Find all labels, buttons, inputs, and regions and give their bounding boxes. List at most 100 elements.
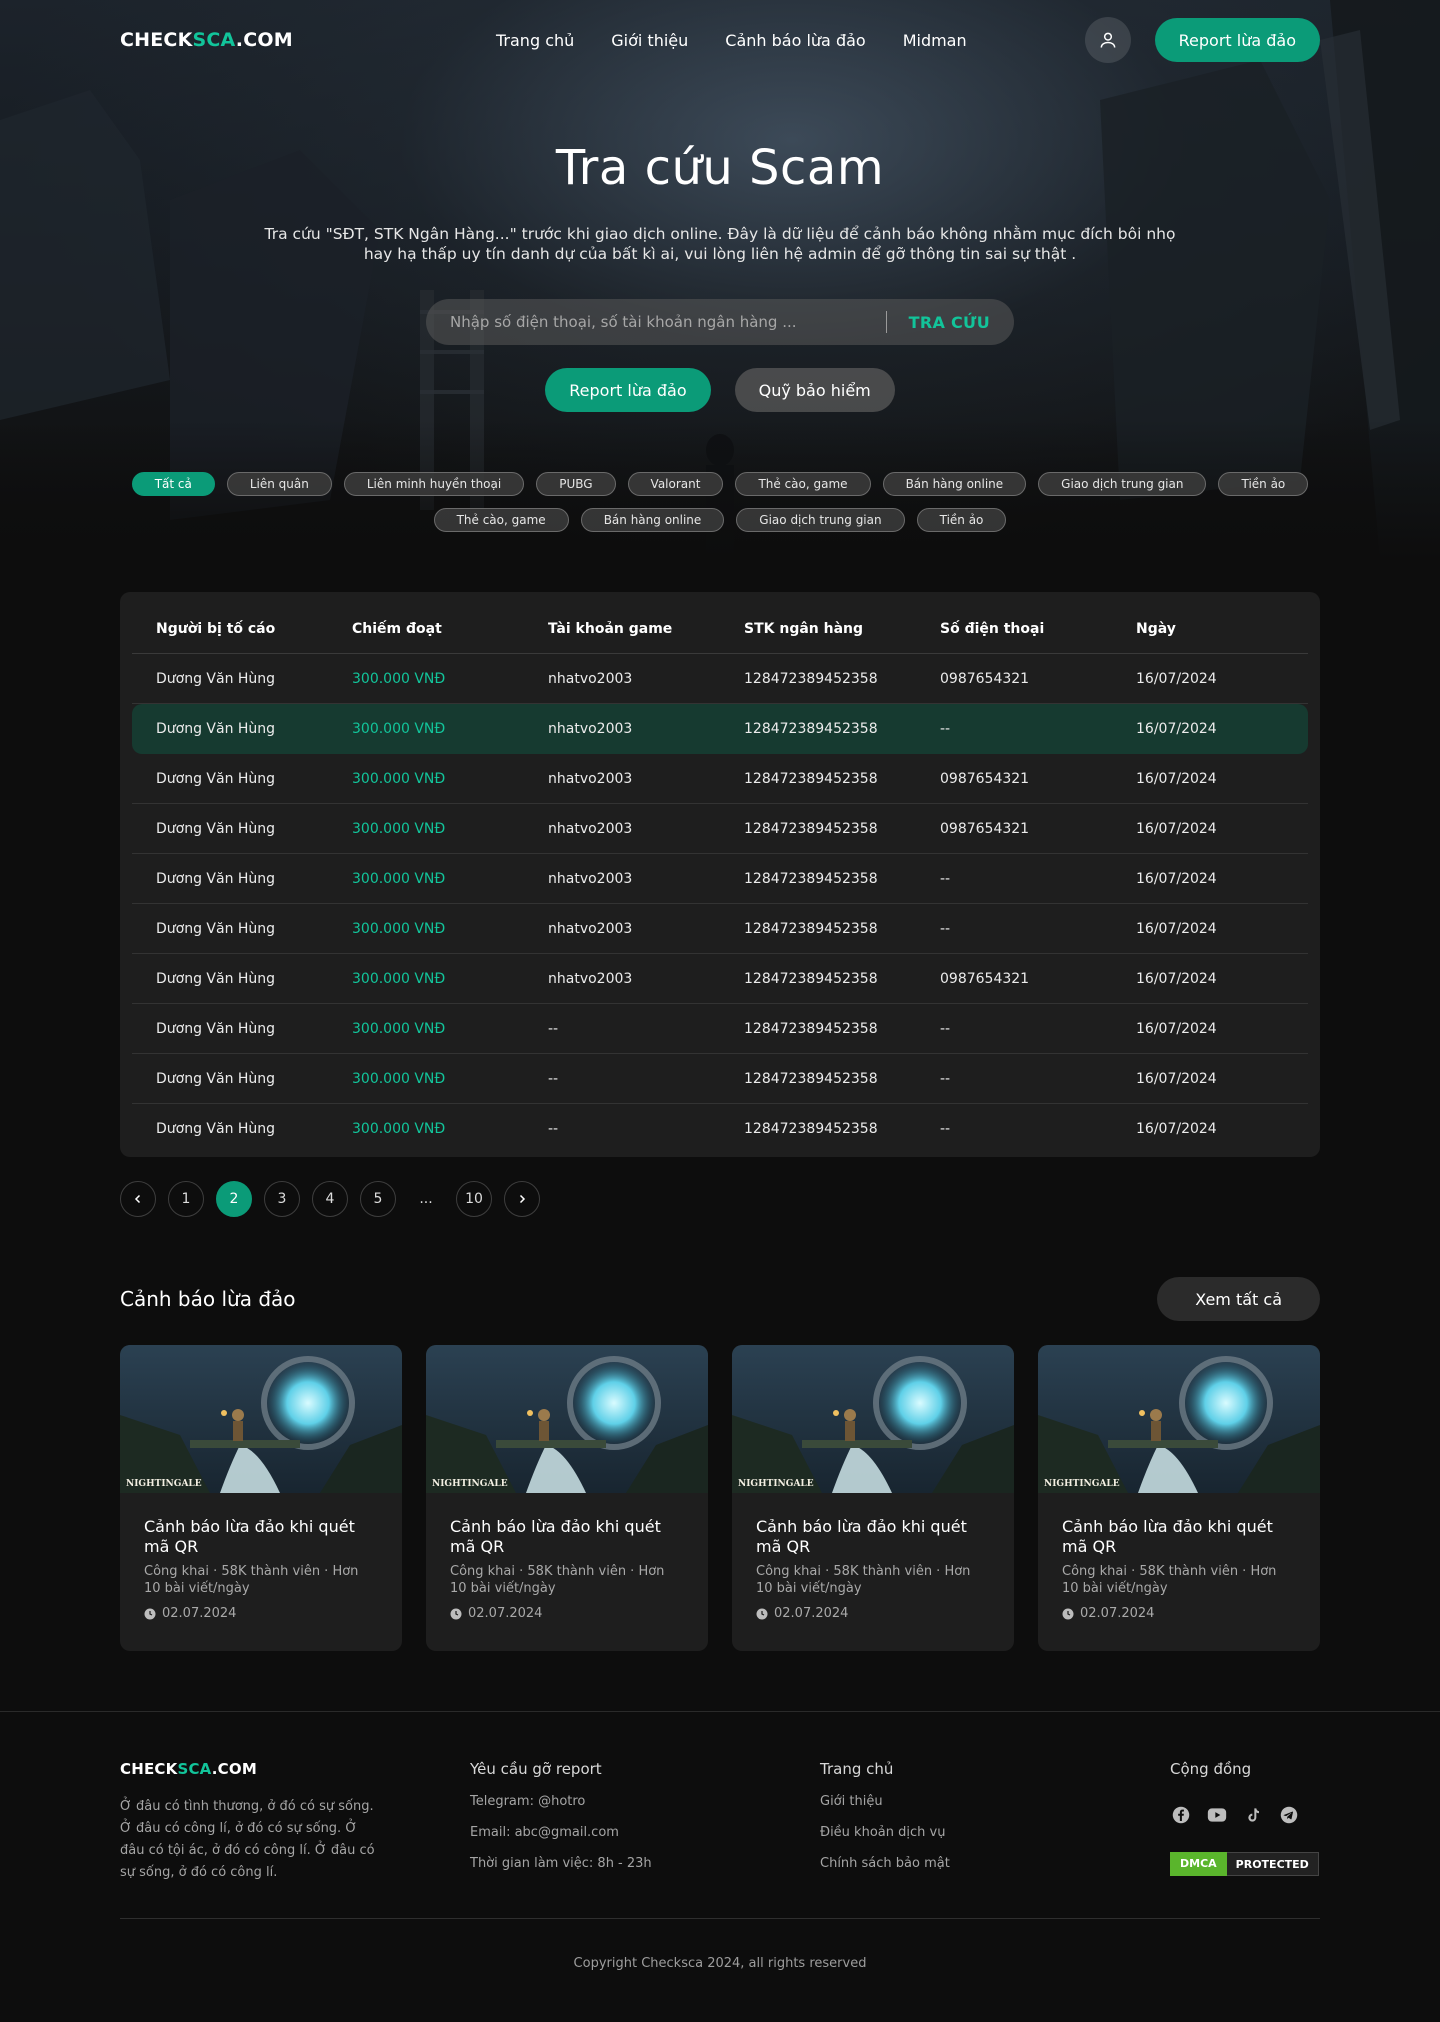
pagination-next-button[interactable]: [504, 1181, 540, 1217]
cell-amount: 300.000 VNĐ: [328, 954, 524, 1004]
category-tag[interactable]: Bán hàng online: [882, 472, 1027, 496]
card-image-logo: NIGHTINGALE: [1044, 1479, 1120, 1489]
table-row[interactable]: Dương Văn Hùng 300.000 VNĐ nhatvo2003 12847…: [132, 654, 1308, 704]
hero-section: CHECKSCA.COM Trang chủ Giới thiệu Cảnh b…: [0, 0, 1440, 560]
facebook-icon[interactable]: [1170, 1804, 1192, 1826]
nav-link-about[interactable]: Giới thiệu: [611, 31, 688, 50]
pagination-page[interactable]: 3: [264, 1181, 300, 1217]
table-row[interactable]: Dương Văn Hùng 300.000 VNĐ -- 1284723894523…: [132, 1104, 1308, 1154]
card-date: 02.07.2024: [162, 1606, 237, 1621]
cell-game-account: --: [548, 1121, 559, 1137]
category-tag[interactable]: Giao dịch trung gian: [1038, 472, 1207, 496]
cell-phone: --: [916, 1054, 1112, 1104]
youtube-icon[interactable]: [1206, 1804, 1228, 1826]
nav-report-scam-button[interactable]: Report lừa đảo: [1154, 18, 1320, 62]
cell-bank-account: 128472389452358: [720, 954, 916, 1004]
search-bar: TRA CỨU: [426, 299, 1014, 345]
warning-card[interactable]: NIGHTINGALE Cảnh báo lừa đảo khi quét mã …: [120, 1345, 402, 1651]
cell-bank-account: 128472389452358: [720, 654, 916, 704]
table-row[interactable]: Dương Văn Hùng 300.000 VNĐ nhatvo2003 12847…: [132, 704, 1308, 754]
view-all-button[interactable]: Xem tất cả: [1157, 1277, 1320, 1321]
footer-email[interactable]: Email: abc@gmail.com: [470, 1825, 652, 1840]
search-button[interactable]: TRA CỨU: [909, 313, 990, 332]
category-tag[interactable]: Valorant: [627, 472, 724, 496]
category-tag[interactable]: Bán hàng online: [580, 508, 725, 532]
site-logo[interactable]: CHECKSCA.COM: [120, 29, 293, 51]
card-thumbnail: NIGHTINGALE: [1038, 1345, 1320, 1493]
card-date-row: 02.07.2024: [1062, 1606, 1296, 1621]
insurance-fund-button[interactable]: Quỹ bảo hiểm: [734, 368, 895, 412]
category-filter-row-1: Tất cả Liên quân Liên minh huyền thoại P…: [0, 472, 1440, 496]
pagination-page[interactable]: 5: [360, 1181, 396, 1217]
pagination-page[interactable]: 4: [312, 1181, 348, 1217]
footer-link-privacy[interactable]: Chính sách bảo mật: [820, 1856, 950, 1871]
footer-link-home[interactable]: Trang chủ: [820, 1760, 950, 1778]
telegram-icon[interactable]: [1278, 1804, 1300, 1826]
cell-amount: 300.000 VNĐ: [328, 904, 524, 954]
category-tag-all[interactable]: Tất cả: [131, 472, 215, 496]
footer-description: Ở đâu có tình thương, ở đó có sự sống. Ở…: [120, 1799, 375, 1880]
table-row[interactable]: Dương Văn Hùng 300.000 VNĐ -- 1284723894523…: [132, 1054, 1308, 1104]
cell-bank-account: 128472389452358: [720, 704, 916, 754]
card-meta: Công khai · 58K thành viên · Hơn 10 bài …: [144, 1564, 359, 1596]
table-row[interactable]: Dương Văn Hùng 300.000 VNĐ nhatvo2003 12847…: [132, 954, 1308, 1004]
chevron-left-icon: [134, 1194, 141, 1204]
warning-card[interactable]: NIGHTINGALE Cảnh báo lừa đảo khi quét mã …: [732, 1345, 1014, 1651]
category-tag[interactable]: Tiền ảo: [916, 508, 1007, 532]
footer-link-about[interactable]: Giới thiệu: [820, 1794, 950, 1809]
cell-date: 16/07/2024: [1112, 1054, 1308, 1104]
category-tag[interactable]: Thẻ cào, game: [735, 472, 871, 496]
warning-card[interactable]: NIGHTINGALE Cảnh báo lừa đảo khi quét mã …: [426, 1345, 708, 1651]
cell-accused: Dương Văn Hùng: [132, 1004, 328, 1054]
cell-game-account: nhatvo2003: [524, 654, 720, 704]
category-tag[interactable]: Thẻ cào, game: [433, 508, 569, 532]
category-tag[interactable]: PUBG: [536, 472, 616, 496]
table-row[interactable]: Dương Văn Hùng 300.000 VNĐ nhatvo2003 12847…: [132, 904, 1308, 954]
table-row[interactable]: Dương Văn Hùng 300.000 VNĐ nhatvo2003 12847…: [132, 804, 1308, 854]
card-date-row: 02.07.2024: [756, 1606, 990, 1621]
user-account-button[interactable]: [1084, 17, 1131, 63]
table-row[interactable]: Dương Văn Hùng 300.000 VNĐ nhatvo2003 12847…: [132, 854, 1308, 904]
pagination-page[interactable]: 10: [456, 1181, 492, 1217]
category-tag[interactable]: Liên quân: [226, 472, 332, 496]
nav-link-home[interactable]: Trang chủ: [496, 31, 574, 50]
cell-phone: --: [916, 1004, 1112, 1054]
dmca-badge[interactable]: DMCA PROTECTED: [1170, 1852, 1319, 1876]
category-tag[interactable]: Giao dịch trung gian: [736, 508, 905, 532]
cell-accused: Dương Văn Hùng: [132, 754, 328, 804]
cell-date: 16/07/2024: [1112, 804, 1308, 854]
footer-link-terms[interactable]: Điều khoản dịch vụ: [820, 1825, 950, 1840]
cell-phone: 0987654321: [916, 804, 1112, 854]
cell-bank-account: 128472389452358: [720, 904, 916, 954]
pagination-page-current[interactable]: 2: [216, 1181, 252, 1217]
pagination-page[interactable]: 1: [168, 1181, 204, 1217]
report-scam-button[interactable]: Report lừa đảo: [545, 368, 711, 412]
cell-accused: Dương Văn Hùng: [132, 804, 328, 854]
cell-date: 16/07/2024: [1112, 754, 1308, 804]
table-row[interactable]: Dương Văn Hùng 300.000 VNĐ nhatvo2003 12847…: [132, 754, 1308, 804]
tiktok-icon[interactable]: [1242, 1804, 1264, 1826]
nav-link-midman[interactable]: Midman: [903, 31, 967, 50]
cell-bank-account: 128472389452358: [720, 754, 916, 804]
footer-telegram[interactable]: Telegram: @hotro: [470, 1794, 652, 1809]
card-meta: Công khai · 58K thành viên · Hơn 10 bài …: [1062, 1564, 1277, 1596]
cell-date: 16/07/2024: [1112, 854, 1308, 904]
cell-game-account: nhatvo2003: [524, 904, 720, 954]
pagination-prev-button[interactable]: [120, 1181, 156, 1217]
category-tag[interactable]: Liên minh huyền thoại: [343, 472, 525, 496]
nav-link-scam-warnings[interactable]: Cảnh báo lừa đảo: [725, 31, 865, 50]
category-tag[interactable]: Tiền ảo: [1218, 472, 1309, 496]
card-date: 02.07.2024: [468, 1606, 543, 1621]
warning-card[interactable]: NIGHTINGALE Cảnh báo lừa đảo khi quét mã …: [1038, 1345, 1320, 1651]
footer-logo[interactable]: CHECKSCA.COM: [120, 1760, 380, 1778]
pagination: 1 2 3 4 5 ... 10: [120, 1181, 540, 1217]
table-row[interactable]: Dương Văn Hùng 300.000 VNĐ -- 1284723894523…: [132, 1004, 1308, 1054]
card-title: Cảnh báo lừa đảo khi quét mã QR: [144, 1517, 355, 1556]
cell-date: 16/07/2024: [1112, 654, 1308, 704]
card-title: Cảnh báo lừa đảo khi quét mã QR: [756, 1517, 967, 1556]
clock-icon: [450, 1608, 462, 1619]
category-filter-row-2: Thẻ cào, game Bán hàng online Giao dịch …: [0, 508, 1440, 532]
cell-bank-account: 128472389452358: [744, 1121, 878, 1137]
cell-phone: --: [916, 704, 1112, 754]
search-input[interactable]: [450, 313, 864, 331]
